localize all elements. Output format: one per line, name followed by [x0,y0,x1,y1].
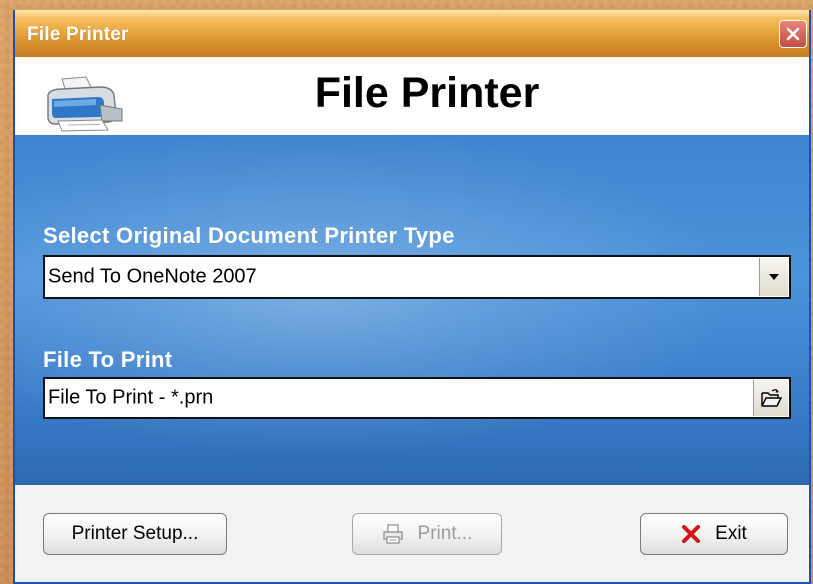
file-to-print-value: File To Print - *.prn [48,386,214,409]
chevron-down-icon [769,274,779,280]
exit-label: Exit [715,523,747,544]
close-icon [786,27,800,41]
header-banner: File Printer [15,57,809,135]
close-button[interactable] [779,20,807,48]
file-to-print-field[interactable]: File To Print - *.prn [43,377,791,419]
file-printer-window: File Printer File Printer Select Origina… [13,10,811,584]
browse-file-button[interactable] [753,380,788,416]
printer-type-select[interactable]: Send To OneNote 2007 [43,255,791,299]
app-title: File Printer [314,69,540,117]
printer-type-value: Send To OneNote 2007 [48,265,257,288]
file-to-print-label: File To Print [43,347,173,372]
print-button[interactable]: Print... [352,513,502,555]
window-title: File Printer [27,24,129,45]
form-panel: Select Original Document Printer Type Se… [15,135,809,485]
title-bar[interactable]: File Printer [15,10,809,57]
open-folder-icon [761,389,782,407]
printer-type-dropdown-button[interactable] [759,258,788,296]
button-bar: Printer Setup... Print... Exit [15,485,809,582]
exit-button[interactable]: Exit [640,513,788,555]
printer-type-label: Select Original Document Printer Type [43,223,455,248]
printer-setup-label: Printer Setup... [71,523,199,544]
print-icon [382,524,404,544]
printer-setup-button[interactable]: Printer Setup... [43,513,227,555]
print-label: Print... [417,523,473,544]
exit-x-icon [681,525,701,543]
